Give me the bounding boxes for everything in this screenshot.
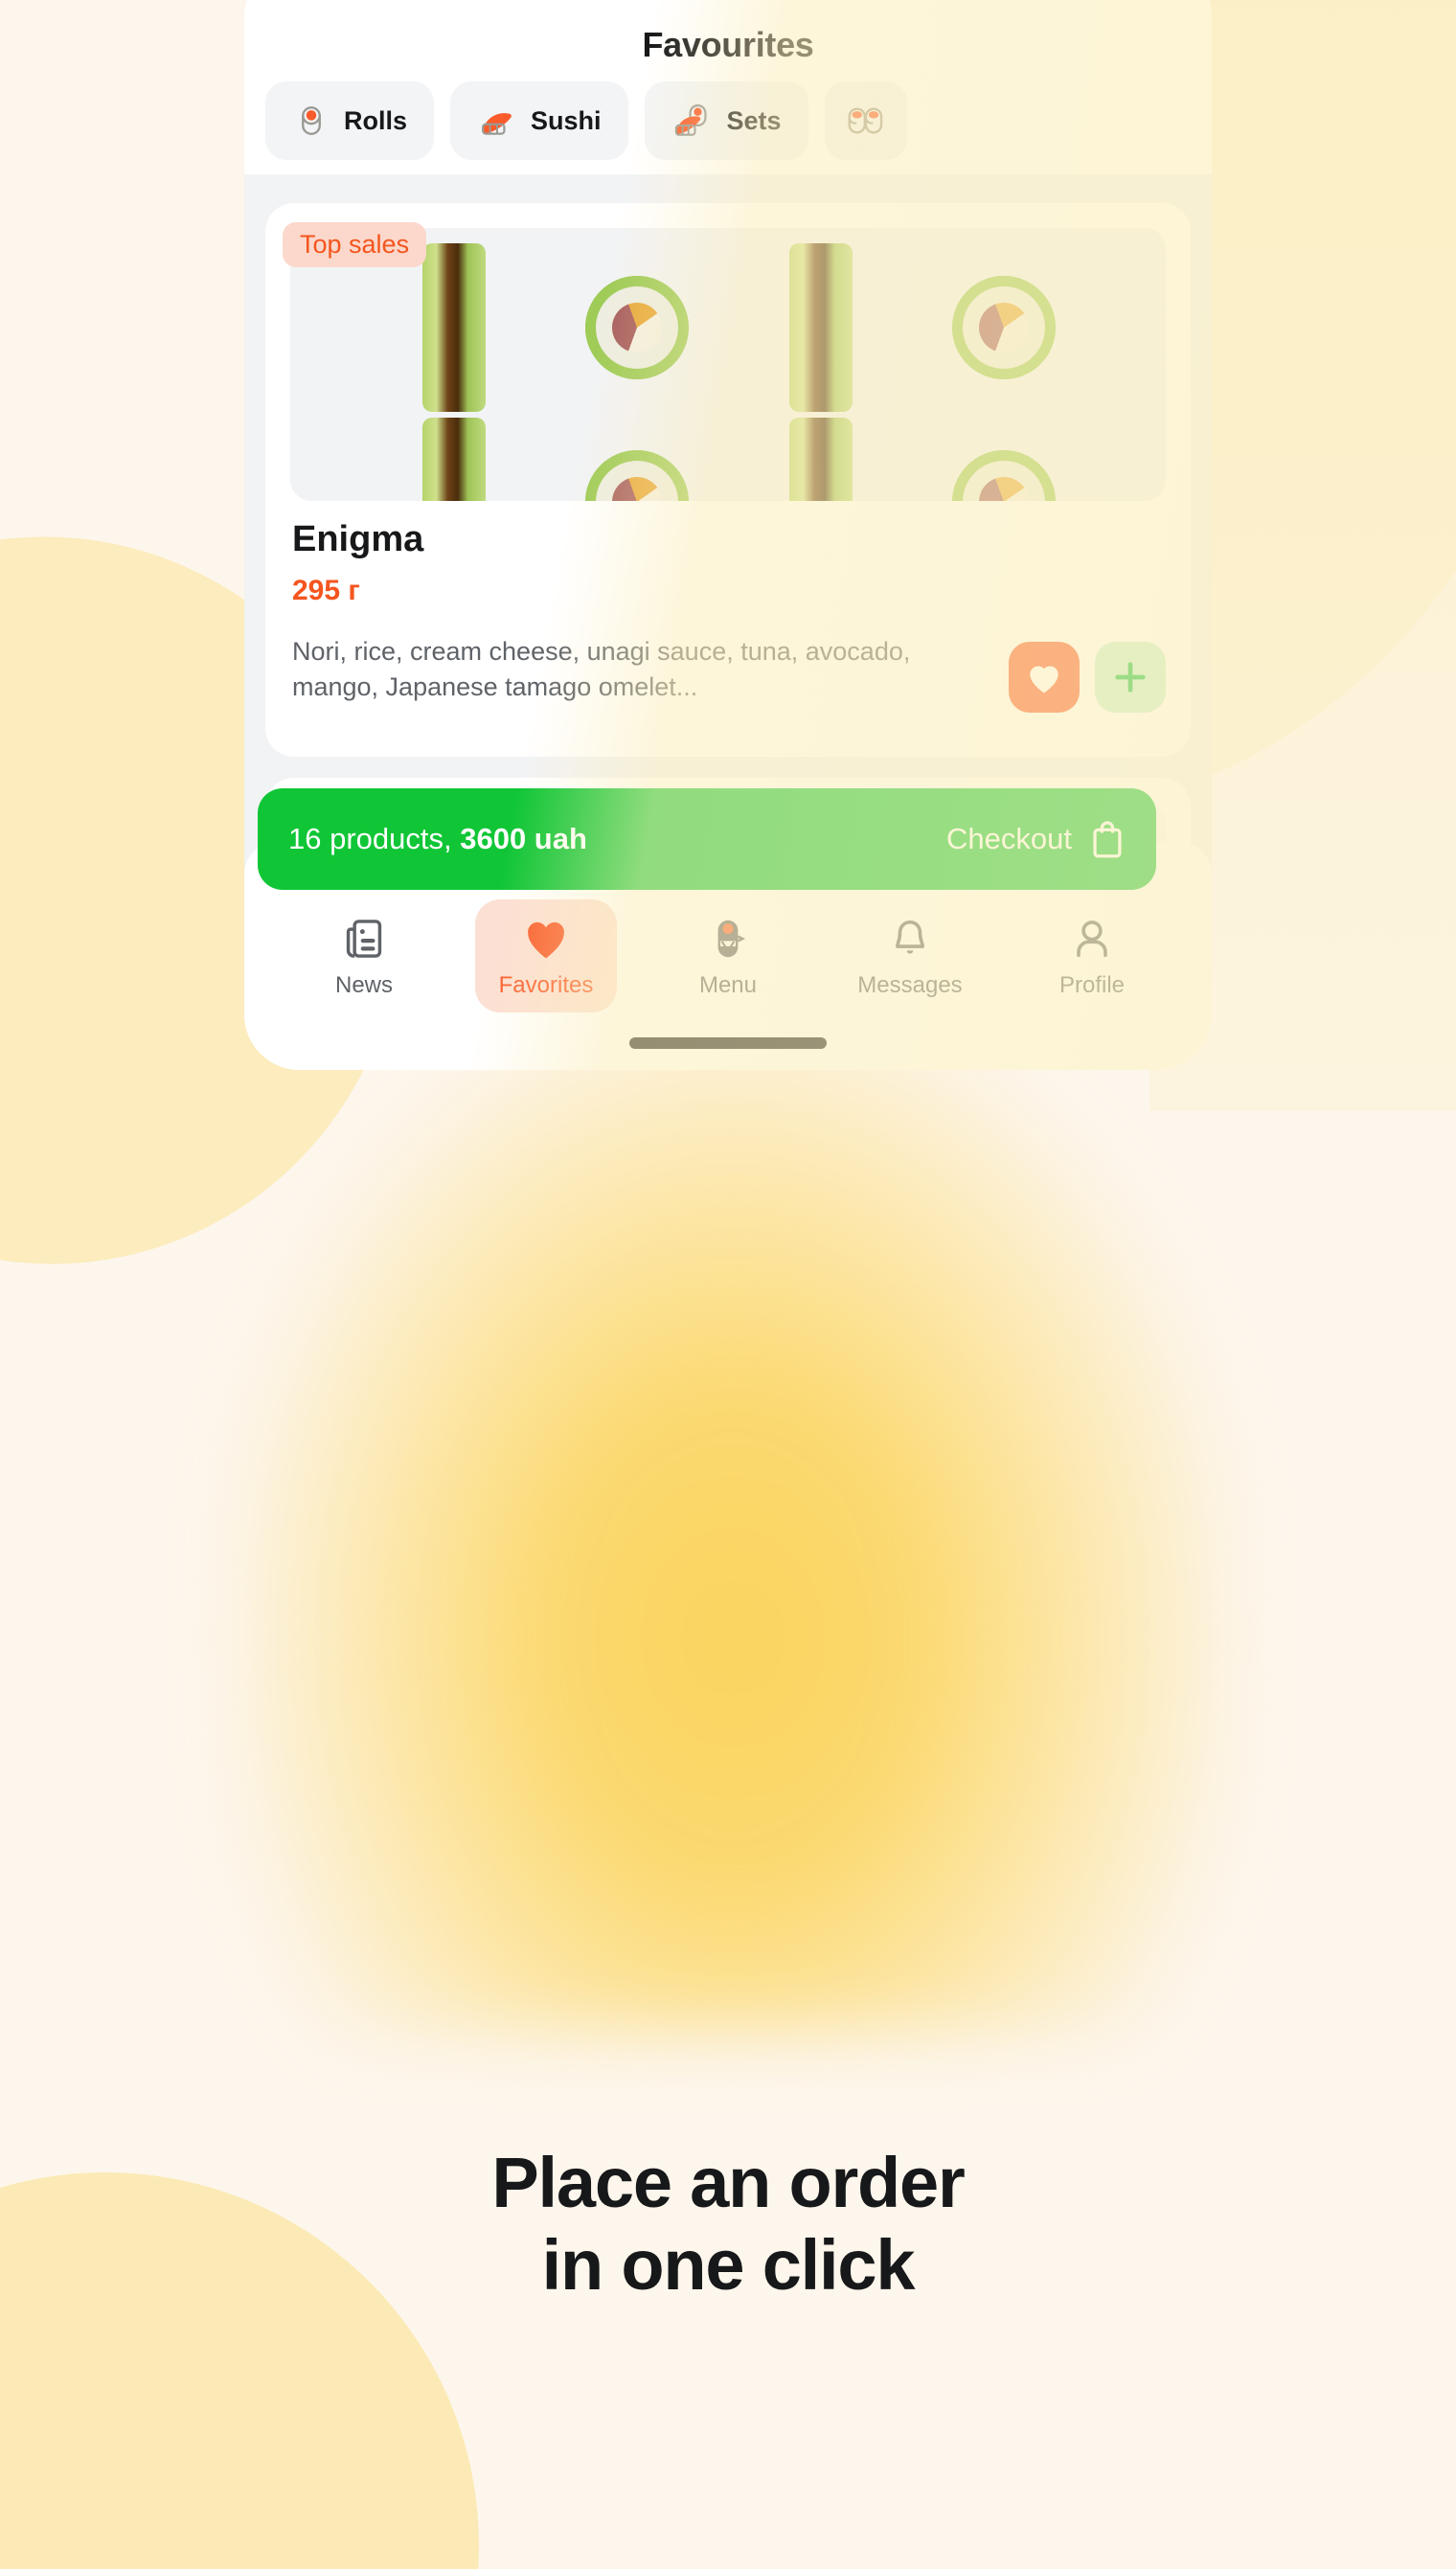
category-tab-sets[interactable]: Sets bbox=[644, 81, 808, 160]
nav-item-messages[interactable]: Messages bbox=[839, 899, 981, 1012]
sushi-set-icon bbox=[674, 104, 707, 136]
phone-mockup: Top sales Enigma 295 г Nori, rice, cream… bbox=[244, 0, 1212, 1070]
nav-item-favorites[interactable]: Favorites bbox=[475, 899, 617, 1012]
phone-glow bbox=[235, 996, 1231, 2031]
nav-item-label: Favorites bbox=[498, 972, 594, 998]
favorite-button[interactable] bbox=[1009, 642, 1080, 713]
sushi-roll-icon bbox=[302, 106, 321, 135]
nav-item-label: Messages bbox=[857, 972, 963, 998]
checkout-bar[interactable]: 16 products, 3600 uah Checkout bbox=[258, 788, 1156, 890]
product-weight: 295 г bbox=[292, 575, 360, 606]
category-tab-label: Rolls bbox=[344, 105, 408, 135]
sushi-photo bbox=[365, 243, 1093, 501]
double-roll-icon bbox=[848, 107, 882, 134]
category-tab-more[interactable] bbox=[824, 81, 907, 160]
product-actions bbox=[1009, 642, 1166, 713]
product-card[interactable]: Top sales Enigma 295 г Nori, rice, cream… bbox=[265, 203, 1191, 757]
status-badge: Top sales bbox=[283, 222, 427, 267]
heart-icon bbox=[1030, 666, 1058, 693]
product-description: Nori, rice, cream cheese, unagi sauce, t… bbox=[292, 637, 911, 701]
nav-item-label: Profile bbox=[1058, 972, 1126, 998]
shopping-bag-icon bbox=[1093, 821, 1122, 858]
page-headline: Place an order in one click bbox=[0, 2142, 1456, 2307]
cart-count: 16 products, bbox=[288, 822, 461, 855]
cart-summary: 16 products, 3600 uah bbox=[288, 822, 587, 856]
add-to-cart-button[interactable] bbox=[1095, 642, 1166, 713]
checkout-action[interactable]: Checkout bbox=[946, 819, 1126, 859]
cart-total: 3600 uah bbox=[460, 822, 587, 855]
nav-item-label: Menu bbox=[698, 972, 758, 998]
nav-item-menu[interactable]: Menu bbox=[657, 899, 799, 1012]
person-icon bbox=[1071, 911, 1113, 966]
heart-icon bbox=[523, 911, 569, 966]
screen-header: Favourites Rolls Sushi Sets bbox=[244, 0, 1212, 174]
nav-item-label: News bbox=[334, 972, 393, 998]
nigiri-icon bbox=[482, 113, 512, 135]
page-title: Favourites bbox=[642, 25, 814, 64]
bottom-sheet: 16 products, 3600 uah Checkout News Favo… bbox=[244, 788, 1212, 1070]
sushi-ninja-icon bbox=[707, 911, 749, 966]
product-image bbox=[290, 228, 1166, 501]
category-tab-label: Sushi bbox=[531, 105, 602, 135]
headline-line-1: Place an order bbox=[491, 2143, 965, 2222]
category-tab-rolls[interactable]: Rolls bbox=[265, 81, 435, 160]
category-tabs: Rolls Sushi Sets bbox=[265, 81, 1212, 160]
bell-icon bbox=[889, 911, 931, 966]
headline-line-2: in one click bbox=[541, 2224, 916, 2305]
product-name: Enigma bbox=[292, 519, 424, 559]
checkout-label: Checkout bbox=[946, 822, 1072, 855]
nav-item-profile[interactable]: Profile bbox=[1021, 899, 1163, 1012]
category-tab-sushi[interactable]: Sushi bbox=[450, 81, 628, 160]
plus-icon bbox=[1115, 662, 1146, 693]
news-icon bbox=[343, 911, 385, 966]
category-tab-label: Sets bbox=[726, 105, 782, 135]
nav-item-news[interactable]: News bbox=[293, 899, 435, 1012]
home-indicator bbox=[629, 1037, 827, 1049]
bottom-navigation: News Favorites Menu Messages Profile bbox=[244, 899, 1212, 1012]
